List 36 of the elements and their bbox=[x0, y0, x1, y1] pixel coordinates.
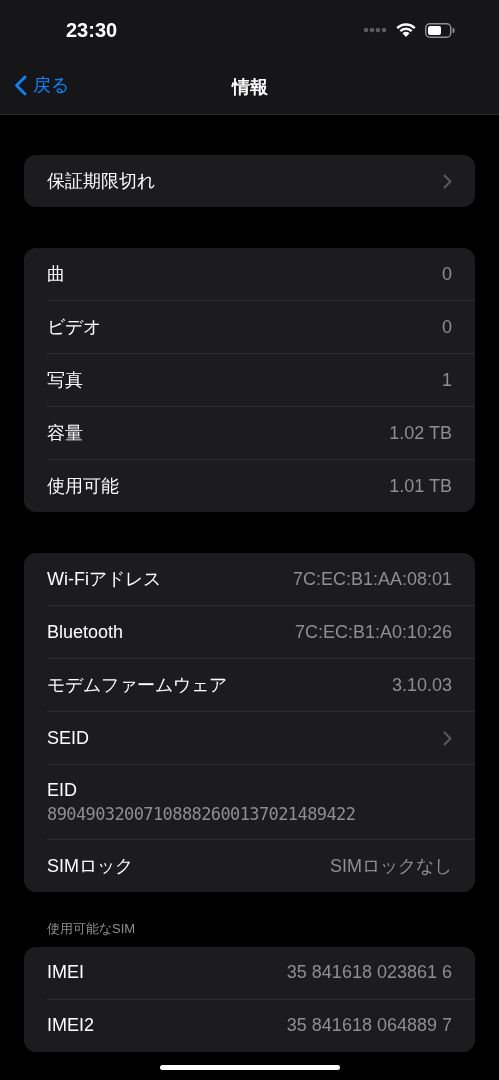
row-value: 1.02 TB bbox=[389, 421, 452, 445]
row-value: 89049032007108882600137021489422 bbox=[47, 803, 357, 826]
row-label: Wi-Fiアドレス bbox=[47, 567, 161, 591]
row-value: 35 841618 023861 6 bbox=[286, 961, 452, 984]
row-label: EID bbox=[47, 779, 78, 802]
row-label: モデムファームウェア bbox=[47, 673, 227, 697]
row-value: 7C:EC:B1:A0:10:26 bbox=[294, 620, 452, 644]
list-row[interactable]: 保証期限切れ bbox=[24, 155, 475, 207]
row-label: SIMロック bbox=[47, 854, 133, 878]
row-label: ビデオ bbox=[47, 315, 101, 339]
row-label: IMEI2 bbox=[47, 1014, 94, 1037]
back-chevron-icon bbox=[14, 75, 27, 96]
row-label: 使用可能 bbox=[47, 474, 119, 498]
chevron-icon bbox=[443, 173, 452, 189]
battery-icon bbox=[425, 22, 455, 38]
nav-title: 情報 bbox=[231, 75, 268, 99]
list-row[interactable]: SEID bbox=[24, 712, 475, 764]
row-value: 7C:EC:B1:AA:08:01 bbox=[292, 567, 452, 591]
row-label: 曲 bbox=[47, 262, 65, 286]
row-value: 0 bbox=[442, 262, 452, 286]
row-label: 容量 bbox=[47, 421, 83, 445]
row-value: 1.01 TB bbox=[389, 474, 452, 498]
row-label: Bluetooth bbox=[47, 620, 124, 644]
row-value: 0 bbox=[442, 315, 452, 339]
section-header: 使用可能なSIM bbox=[46, 920, 137, 938]
row-value: SIMロックなし bbox=[330, 854, 452, 878]
row-value: 3.10.03 bbox=[391, 673, 452, 697]
no-signal-icon bbox=[363, 27, 387, 33]
row-value: 35 841618 064889 7 bbox=[286, 1014, 452, 1037]
status-time: 23:30 bbox=[66, 18, 118, 43]
wifi-icon bbox=[395, 22, 417, 38]
row-label: IMEI bbox=[47, 961, 84, 984]
row-value: 1 bbox=[442, 368, 452, 392]
back-button[interactable]: 戻る bbox=[14, 72, 69, 99]
row-label: 写真 bbox=[47, 368, 83, 392]
chevron-icon bbox=[443, 730, 452, 746]
